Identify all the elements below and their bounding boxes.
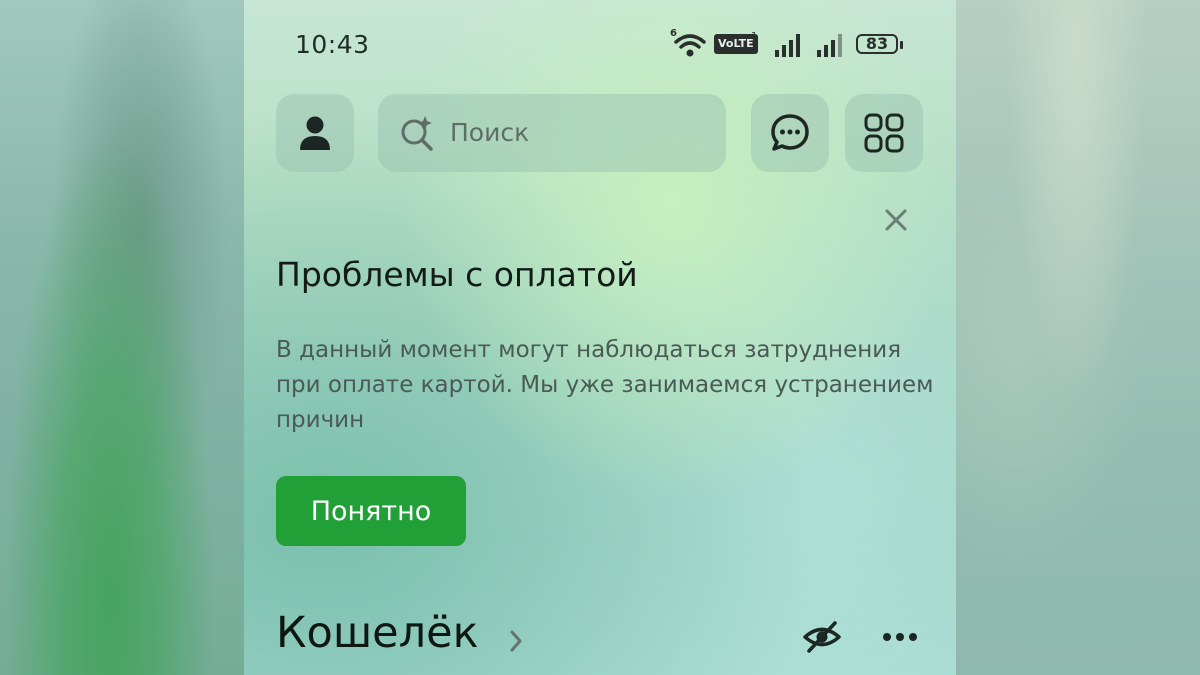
chat-icon [771,114,809,151]
hide-balance-icon[interactable] [802,620,842,654]
profile-button[interactable] [276,94,354,172]
profile-icon [300,116,330,150]
acknowledge-button[interactable]: Понятно [276,476,466,546]
network-gen-label: 6 [670,28,677,39]
status-time: 10:43 [295,30,370,59]
signal-strength-icon-sim1 [775,34,800,57]
phone-screen: 10:43 6 VoLTE 1 2 83 Поиск Проблемы с оп… [244,0,956,675]
alert-message: В данный момент могут наблюдаться затруд… [276,337,934,433]
signal-strength-icon-sim2 [817,34,842,57]
more-options-icon[interactable] [882,630,918,644]
wallet-section-title[interactable]: Кошелёк [276,608,479,658]
search-placeholder: Поиск [450,118,530,147]
blurred-background-left [0,0,244,675]
apps-menu-button[interactable] [845,94,923,172]
status-icons: 6 VoLTE 1 2 83 [670,28,910,62]
chevron-right-icon[interactable] [508,628,524,654]
battery-nub [900,41,903,49]
sim-indicator: 1 2 [751,31,758,53]
alert-title: Проблемы с оплатой [276,255,638,294]
battery-indicator: 83 [856,34,898,54]
blurred-background-right [956,0,1200,675]
ai-search-icon [401,116,433,151]
apps-grid-icon [864,113,904,153]
chat-button[interactable] [751,94,829,172]
search-input[interactable]: Поиск [378,94,726,172]
close-icon[interactable] [882,206,910,234]
